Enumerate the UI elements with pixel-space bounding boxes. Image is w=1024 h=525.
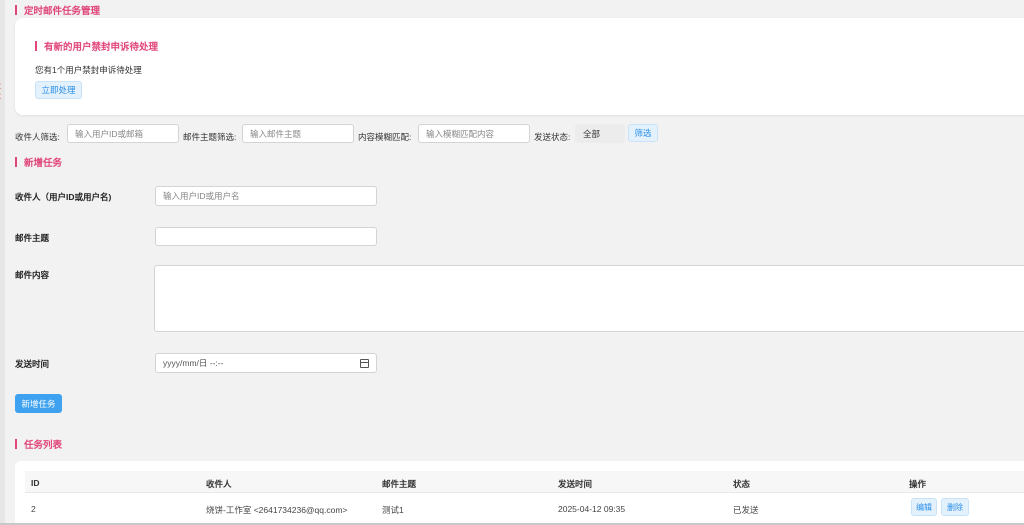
- content-filter-label: 内容模糊匹配:: [358, 132, 412, 142]
- cell-subject: 测试1: [382, 505, 404, 515]
- column-header-actions: 操作: [909, 479, 927, 489]
- task-list-title: 任务列表: [15, 437, 62, 451]
- column-header-recipient: 收件人: [206, 479, 232, 489]
- page-title-text: 定时邮件任务管理: [24, 6, 101, 17]
- send-time-input[interactable]: yyyy/mm/日 --:--: [155, 353, 377, 373]
- content-textarea[interactable]: [154, 265, 1024, 332]
- edit-button[interactable]: 编辑: [911, 498, 937, 516]
- page-title: 定时邮件任务管理: [15, 3, 100, 17]
- cell-status: 已发送: [733, 505, 759, 515]
- recipient-input[interactable]: 输入用户ID或用户名: [155, 186, 377, 206]
- content-label: 邮件内容: [15, 270, 50, 280]
- content-filter-input[interactable]: 输入模糊匹配内容: [418, 124, 530, 143]
- new-task-accent-bar: [15, 157, 17, 167]
- delete-button[interactable]: 删除: [941, 498, 969, 516]
- notice-title: 有新的用户禁封申诉待处理: [35, 39, 158, 53]
- recipient-filter-label: 收件人筛选:: [15, 132, 60, 142]
- notice-text: 您有1个用户禁封申诉待处理: [35, 65, 142, 75]
- table-header: ID 收件人 邮件主题 发送时间 状态 操作: [25, 471, 1024, 493]
- calendar-icon[interactable]: [360, 359, 369, 368]
- handle-now-button[interactable]: 立即处理: [35, 81, 82, 99]
- recipient-filter-input[interactable]: 输入用户ID或邮箱: [67, 124, 179, 143]
- task-table: ID 收件人 邮件主题 发送时间 状态 操作 2 烧饼-工作室 <2641734…: [15, 461, 1024, 525]
- add-task-button[interactable]: 新增任务: [15, 394, 62, 413]
- subject-label: 邮件主题: [15, 233, 50, 243]
- cell-send-time: 2025-04-12 09:35: [558, 504, 626, 514]
- notice-card: 有新的用户禁封申诉待处理 您有1个用户禁封申诉待处理 立即处理: [15, 18, 1024, 115]
- send-time-placeholder: yyyy/mm/日 --:--: [163, 358, 224, 368]
- cell-recipient: 烧饼-工作室 <2641734236@qq.com>: [206, 505, 348, 515]
- new-task-title-text: 新增任务: [24, 158, 63, 169]
- subject-filter-input[interactable]: 输入邮件主题: [242, 124, 354, 143]
- table-row: 2 烧饼-工作室 <2641734236@qq.com> 测试1 2025-04…: [25, 493, 1024, 523]
- notice-accent-bar: [35, 41, 37, 51]
- notice-title-text: 有新的用户禁封申诉待处理: [44, 42, 159, 53]
- column-header-subject: 邮件主题: [382, 479, 417, 489]
- cell-id: 2: [31, 504, 36, 514]
- column-header-id: ID: [31, 478, 40, 488]
- filter-button[interactable]: 筛选: [628, 124, 658, 142]
- recipient-label: 收件人（用户ID或用户名): [15, 192, 112, 202]
- subject-input[interactable]: [155, 227, 377, 246]
- title-accent-bar: [15, 5, 17, 15]
- collapse-arrow-icon[interactable]: ‹‹: [0, 78, 5, 102]
- column-header-status: 状态: [733, 479, 751, 489]
- new-task-title: 新增任务: [15, 155, 62, 169]
- task-list-accent-bar: [15, 439, 17, 449]
- subject-filter-label: 邮件主题筛选:: [183, 132, 237, 142]
- status-filter-label: 发送状态:: [534, 132, 571, 142]
- send-time-label: 发送时间: [15, 359, 50, 369]
- status-filter-select[interactable]: 全部: [575, 124, 625, 143]
- task-list-title-text: 任务列表: [24, 440, 63, 451]
- column-header-send-time: 发送时间: [558, 479, 593, 489]
